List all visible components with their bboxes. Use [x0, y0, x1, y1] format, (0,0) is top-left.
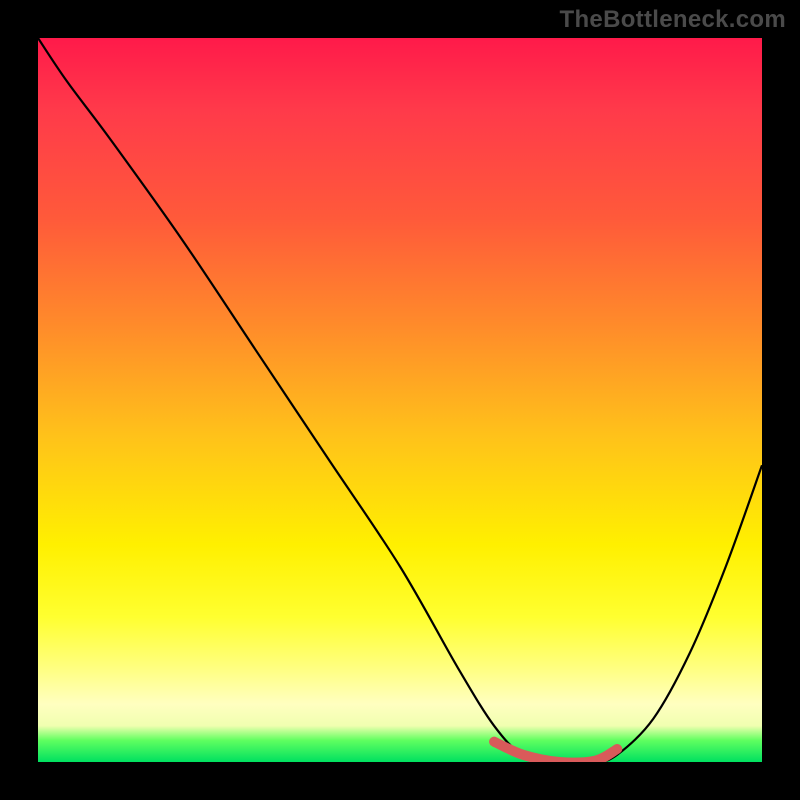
plot-area	[38, 38, 762, 762]
chart-curve-layer	[38, 38, 762, 762]
bottleneck-curve	[38, 38, 762, 762]
watermark-text: TheBottleneck.com	[560, 6, 786, 34]
highlight-band	[494, 742, 617, 762]
chart-container: TheBottleneck.com	[0, 0, 800, 800]
